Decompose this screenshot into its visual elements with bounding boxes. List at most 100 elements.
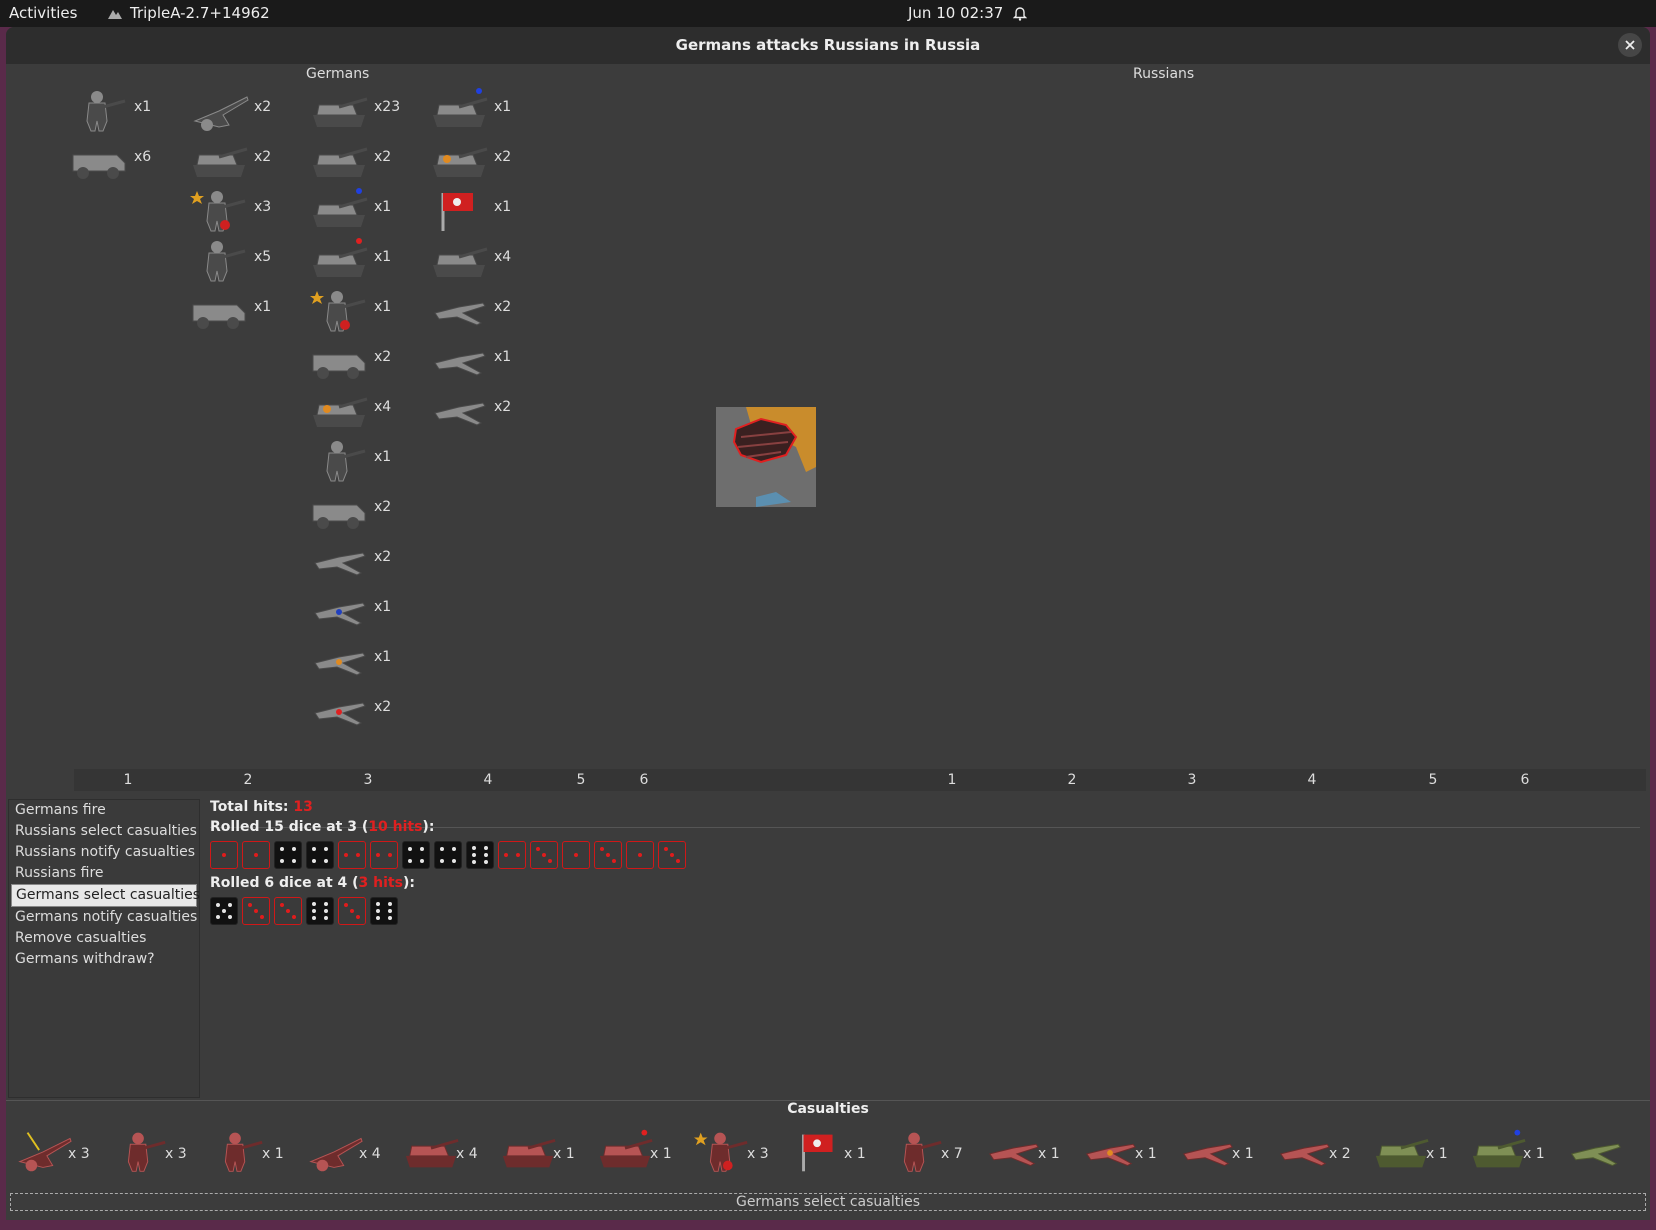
- fighter-icon: [434, 302, 486, 326]
- attacker-unit[interactable]: x1: [308, 237, 408, 283]
- battle-window: Germans attacks Russians in Russia Germa…: [6, 27, 1650, 1220]
- unit-count: x1: [494, 199, 512, 215]
- attacker-unit[interactable]: x23: [308, 87, 408, 133]
- die-pip: [254, 853, 258, 857]
- die-pip: [376, 909, 380, 913]
- attacker-unit[interactable]: x1: [308, 587, 408, 633]
- die-pip: [542, 853, 546, 857]
- attacker-unit[interactable]: x2: [308, 487, 408, 533]
- defender-column-number: 4: [1307, 772, 1317, 788]
- attacker-unit[interactable]: x2: [428, 287, 528, 333]
- attacker-label: Germans: [306, 66, 370, 82]
- casualty-unit[interactable]: x 1: [499, 1128, 599, 1184]
- attacker-unit[interactable]: x2: [428, 387, 528, 433]
- battle-step-item[interactable]: Germans fire: [9, 800, 199, 821]
- defender-column-number: 2: [1067, 772, 1077, 788]
- unit-count: x1: [494, 349, 512, 365]
- attacker-unit[interactable]: x4: [428, 237, 528, 283]
- die-miss: [274, 841, 302, 869]
- attacker-unit[interactable]: x2: [308, 337, 408, 383]
- fighter-icon: [1280, 1143, 1330, 1167]
- attacker-unit[interactable]: x1: [308, 187, 408, 233]
- casualty-unit[interactable]: x 1: [1372, 1128, 1472, 1184]
- tank-destroyer-icon: [502, 1138, 556, 1168]
- battle-step-item[interactable]: Germans select casualties: [11, 884, 200, 907]
- dive-bomber-icon: [434, 402, 486, 426]
- casualty-unit[interactable]: x 1: [790, 1128, 890, 1184]
- casualty-unit[interactable]: x 1: [984, 1128, 1084, 1184]
- attacker-unit[interactable]: x3: [188, 187, 288, 233]
- die-miss: [466, 841, 494, 869]
- fighter-icon: [989, 1143, 1039, 1167]
- roll-2-prefix: Rolled 6 dice at 4 (: [210, 875, 359, 891]
- battle-step-item[interactable]: Germans withdraw?: [9, 949, 199, 970]
- die-pip: [472, 853, 476, 857]
- casualty-unit[interactable]: x 1: [596, 1128, 696, 1184]
- activities-button[interactable]: Activities: [9, 4, 77, 22]
- battle-step-item[interactable]: Germans notify casualties: [9, 907, 199, 928]
- attacker-unit[interactable]: x2: [308, 137, 408, 183]
- attacker-unit[interactable]: x2: [308, 687, 408, 733]
- attacker-unit[interactable]: x2: [308, 537, 408, 583]
- unit-count: x2: [374, 699, 392, 715]
- halftrack-icon: [312, 504, 366, 529]
- die-pip: [638, 853, 642, 857]
- battle-step-item[interactable]: Remove casualties: [9, 928, 199, 949]
- casualty-unit[interactable]: x 1: [1081, 1128, 1181, 1184]
- attacker-unit[interactable]: x1: [68, 87, 168, 133]
- casualty-count: x 1: [844, 1146, 866, 1162]
- battle-step-item[interactable]: Russians select casualties: [9, 821, 199, 842]
- battle-step-item[interactable]: Russians notify casualties: [9, 842, 199, 863]
- casualty-unit[interactable]: x 7: [887, 1128, 987, 1184]
- die-pip: [376, 853, 380, 857]
- die-pip: [312, 916, 316, 920]
- casualty-unit[interactable]: x 1: [1178, 1128, 1278, 1184]
- attacker-unit[interactable]: x2: [188, 137, 288, 183]
- casualty-unit[interactable]: x 2: [1275, 1128, 1375, 1184]
- officer-icon: [310, 291, 366, 332]
- casualty-unit[interactable]: x 3: [693, 1128, 793, 1184]
- attacker-unit[interactable]: x1: [308, 287, 408, 333]
- attacker-unit[interactable]: x1: [308, 437, 408, 483]
- die-pip: [292, 915, 296, 919]
- unit-count: x1: [494, 99, 512, 115]
- casualties-strip: x 3 x 3 x 1 x 4 x 4 x 1 x 1 x 3 x 1 x 7 x 1 x 1 x 1 x…: [6, 1120, 1650, 1192]
- attacker-unit[interactable]: x4: [308, 387, 408, 433]
- app-name[interactable]: TripleA-2.7+14962: [130, 4, 270, 22]
- attacker-unit[interactable]: x5: [188, 237, 288, 283]
- casualty-unit[interactable]: x 4: [402, 1128, 502, 1184]
- unit-count: x1: [374, 199, 392, 215]
- battle-step-item[interactable]: Russians fire: [9, 863, 199, 884]
- die-pip: [452, 859, 456, 863]
- casualty-unit[interactable]: x 4: [305, 1128, 405, 1184]
- casualty-unit[interactable]: [1566, 1128, 1650, 1184]
- unit-count: x2: [374, 549, 392, 565]
- attacker-unit[interactable]: x1: [188, 287, 288, 333]
- casualty-unit[interactable]: x 3: [14, 1128, 114, 1184]
- casualty-unit[interactable]: x 1: [208, 1128, 308, 1184]
- casualty-count: x 7: [941, 1146, 963, 1162]
- system-topbar: Activities TripleA-2.7+14962 Jun 10 02:3…: [0, 0, 1656, 27]
- attacker-column-number: 6: [639, 772, 649, 788]
- attacker-unit[interactable]: x2: [188, 87, 288, 133]
- casualty-unit[interactable]: x 1: [1469, 1128, 1569, 1184]
- window-title: Germans attacks Russians in Russia: [675, 36, 981, 54]
- green-tank-blue-icon: [1472, 1129, 1526, 1168]
- heavy-tank-blue-icon: [313, 188, 368, 227]
- clock[interactable]: Jun 10 02:37: [908, 4, 1003, 22]
- die-hit: [338, 897, 366, 925]
- casualty-unit[interactable]: x 3: [111, 1128, 211, 1184]
- unit-count: x2: [254, 99, 272, 115]
- burning-tank-icon: [313, 397, 368, 427]
- attacker-unit[interactable]: x1: [308, 637, 408, 683]
- attacker-unit[interactable]: x1: [428, 87, 528, 133]
- close-button[interactable]: [1618, 33, 1642, 57]
- attacker-unit[interactable]: x6: [68, 137, 168, 183]
- die-pip: [472, 846, 476, 850]
- attacker-unit[interactable]: x1: [428, 187, 528, 233]
- roll-2-summary: Rolled 6 dice at 4 (3 hits):: [210, 875, 415, 891]
- battle-steps-list: Germans fire Russians select casualties Ru…: [8, 799, 200, 1098]
- attacker-unit[interactable]: x1: [428, 337, 528, 383]
- attacker-unit[interactable]: x2: [428, 137, 528, 183]
- total-hits: Total hits: 13: [210, 799, 313, 815]
